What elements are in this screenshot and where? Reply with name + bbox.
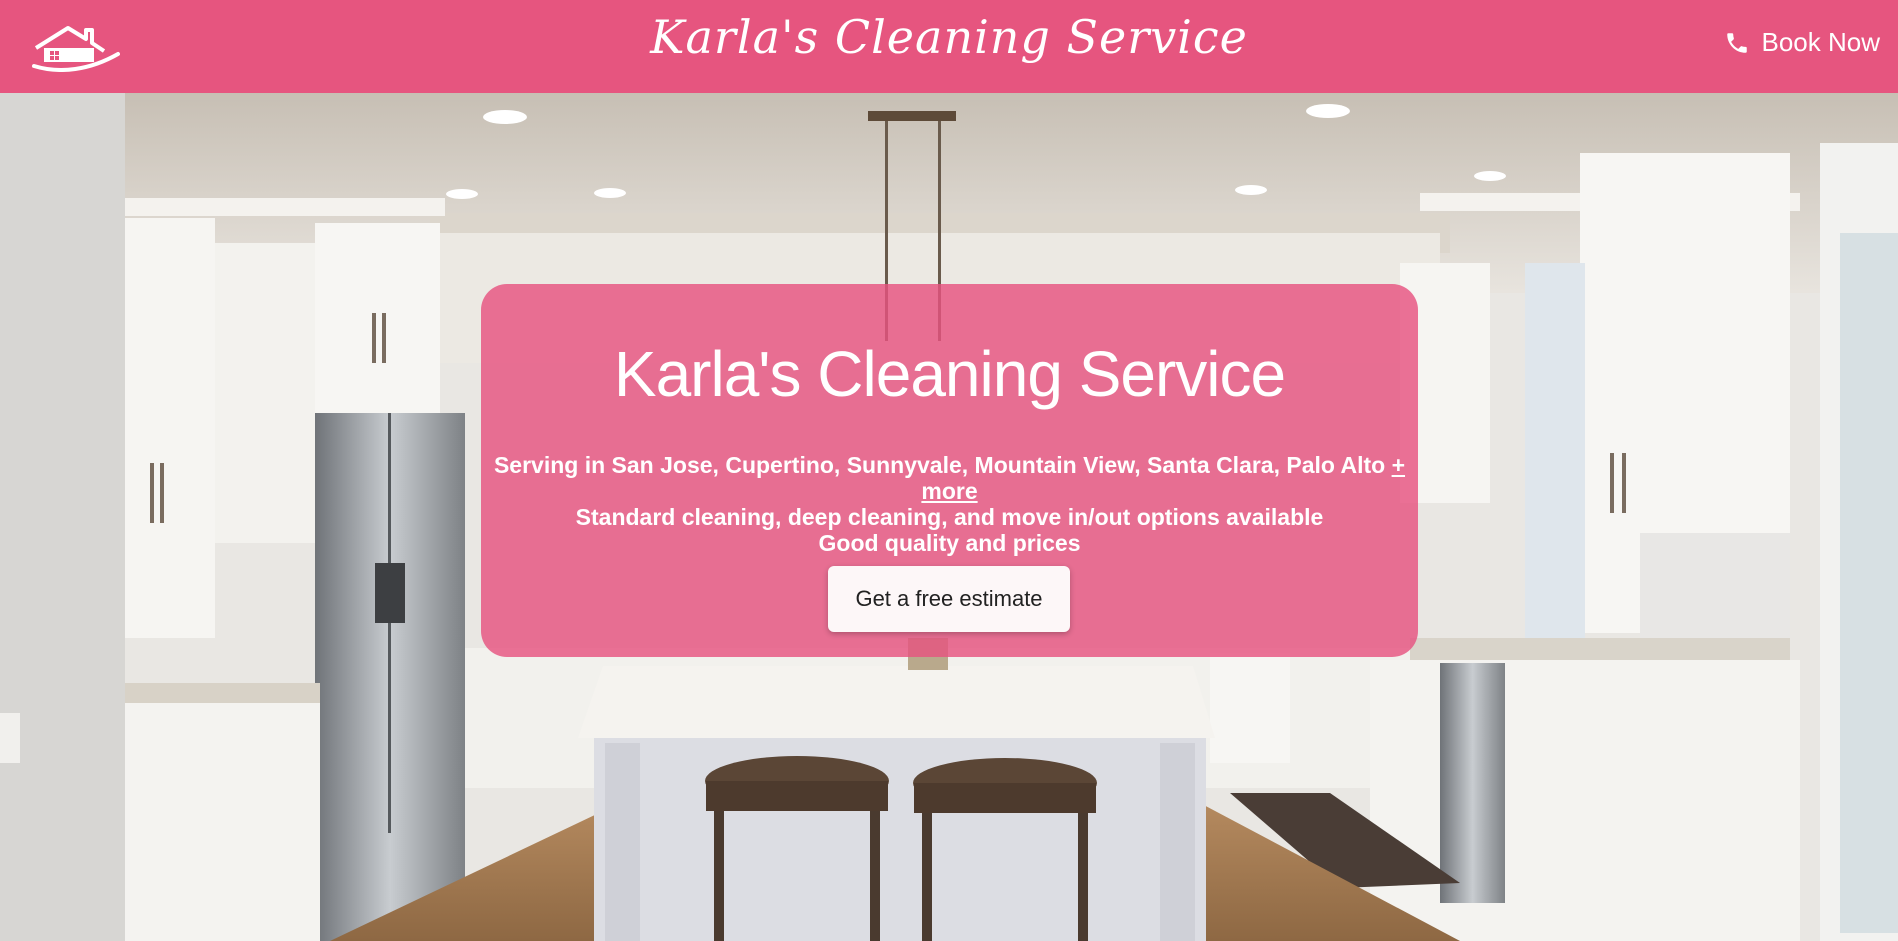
service-area-line: Serving in San Jose, Cupertino, Sunnyval… (481, 452, 1418, 504)
free-estimate-button[interactable]: Get a free estimate (828, 566, 1070, 632)
hero-title: Karla's Cleaning Service (613, 338, 1286, 410)
book-now-label: Book Now (1761, 27, 1881, 57)
site-header: Karla's Cleaning Service Book Now (0, 0, 1898, 93)
options-line: Standard cleaning, deep cleaning, and mo… (575, 504, 1324, 530)
hero-details: Serving in San Jose, Cupertino, Sunnyval… (481, 452, 1418, 556)
hero-overlay-card: Karla's Cleaning Service Serving in San … (481, 284, 1418, 657)
brand-title: Karla's Cleaning Service (650, 10, 1248, 64)
service-area-text: Serving in San Jose, Cupertino, Sunnyval… (493, 452, 1386, 478)
book-now-button[interactable]: Book Now (1724, 27, 1881, 58)
quality-line: Good quality and prices (818, 530, 1081, 556)
phone-icon (1726, 32, 1747, 53)
hero-section: Karla's Cleaning Service Serving in San … (0, 93, 1898, 941)
